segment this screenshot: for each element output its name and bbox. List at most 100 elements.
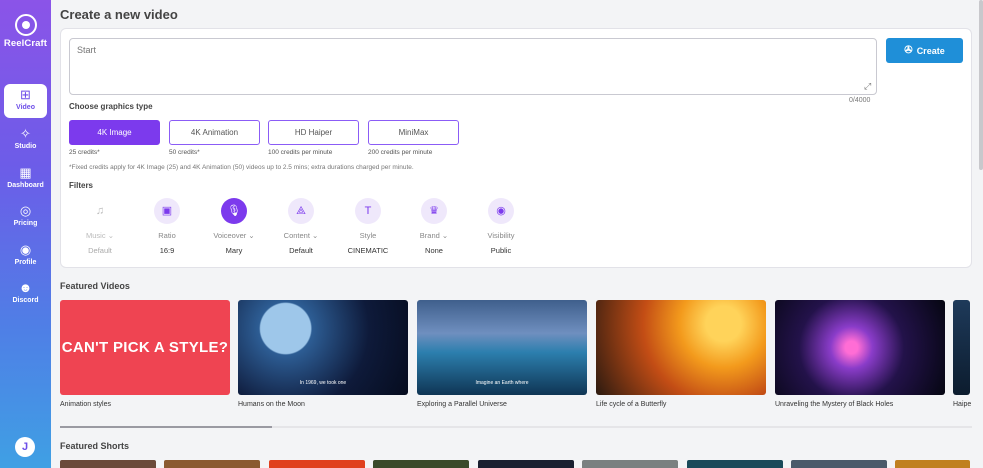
chevron-down-icon: ⌄ — [248, 231, 255, 240]
sidebar-item-dashboard[interactable]: ▦ Dashboard — [4, 162, 47, 196]
app-name: ReelCraft — [3, 38, 48, 49]
short-card[interactable] — [373, 460, 469, 468]
video-card-black-holes[interactable] — [775, 300, 945, 395]
create-button-label: Create — [916, 45, 945, 56]
featured-videos-title: Featured Videos — [60, 281, 130, 291]
credits-note: *Fixed credits apply for 4K Image (25) a… — [69, 164, 414, 171]
credits-text: 25 credits* — [69, 149, 100, 156]
filter-value: Public — [490, 246, 512, 255]
thumbnail-text: CAN'T PICK A STYLE? — [61, 339, 229, 356]
filter-name: Music — [86, 231, 106, 240]
sidebar-item-video[interactable]: ⊞ Video — [4, 84, 47, 118]
graphics-option-hd-haiper[interactable]: HD Haiper — [268, 120, 359, 145]
filter-voiceover[interactable]: 🎙 Voiceover ⌄ Mary — [203, 198, 265, 255]
filter-value: Mary — [225, 246, 243, 255]
chevron-down-icon: ⌄ — [441, 231, 449, 240]
sidebar-item-studio[interactable]: ✧ Studio — [4, 123, 47, 157]
sidebar-item-label: Video — [16, 104, 35, 111]
graphics-option-4k-image[interactable]: 4K Image — [69, 120, 160, 145]
horizontal-scrollbar-thumb[interactable] — [60, 426, 272, 428]
credits-text: 100 credits per minute — [268, 149, 333, 156]
app-logo[interactable]: ReelCraft — [0, 14, 51, 49]
video-caption[interactable]: Unraveling the Mystery of Black Holes — [775, 401, 893, 408]
create-button[interactable]: ✇ Create — [886, 38, 963, 63]
text-style-icon: T — [355, 198, 381, 224]
filters-label: Filters — [69, 181, 94, 190]
sidebar-item-pricing[interactable]: ◎ Pricing — [4, 200, 47, 234]
filter-value: Default — [289, 246, 313, 255]
filter-name: Voiceover — [213, 231, 247, 240]
sidebar-item-label: Pricing — [13, 220, 38, 227]
short-card[interactable] — [895, 460, 970, 468]
short-card[interactable] — [582, 460, 678, 468]
ratio-frame-icon: ▣ — [154, 198, 180, 224]
video-caption[interactable]: Haipe — [953, 401, 971, 408]
sidebar-item-discord[interactable]: ☻ Discord — [4, 277, 47, 311]
video-card-parallel-universe[interactable]: Imagine an Earth where — [417, 300, 587, 395]
dollar-circle-icon: ◎ — [19, 203, 32, 218]
film-reel-icon: ✇ — [904, 45, 913, 56]
graphics-type-label: Choose graphics type — [69, 102, 153, 111]
eye-icon: ◉ — [488, 198, 514, 224]
filter-value: CINEMATIC — [347, 246, 389, 255]
film-reel-icon — [14, 14, 37, 36]
vertical-scrollbar[interactable] — [979, 0, 983, 170]
filter-name: Visibility — [487, 231, 515, 240]
short-card[interactable] — [164, 460, 260, 468]
microphone-icon: 🎙 — [221, 198, 247, 224]
sidebar-item-label: Dashboard — [7, 182, 44, 189]
credits-text: 200 credits per minute — [368, 149, 433, 156]
sidebar-item-label: Profile — [14, 259, 37, 266]
video-caption[interactable]: Humans on the Moon — [238, 401, 305, 408]
filter-ratio[interactable]: ▣ Ratio 16:9 — [136, 198, 198, 255]
avatar[interactable]: J — [15, 437, 35, 457]
brand-icon: ♛ — [421, 198, 447, 224]
thumbnail-caption: Imagine an Earth where — [475, 380, 529, 386]
filter-value: None — [425, 246, 443, 255]
graphics-option-minimax[interactable]: MiniMax — [368, 120, 459, 145]
video-card-humans-on-moon[interactable]: In 1969, we took one — [238, 300, 408, 395]
page-title: Create a new video — [60, 7, 178, 22]
magic-wand-icon: ✧ — [20, 126, 31, 141]
grid-icon: ▦ — [19, 165, 32, 180]
video-card-haiper[interactable] — [953, 300, 970, 395]
prompt-input[interactable] — [69, 38, 877, 95]
featured-shorts-title: Featured Shorts — [60, 441, 130, 451]
filter-value: Default — [88, 246, 112, 255]
filter-name: Content — [283, 231, 310, 240]
chevron-down-icon: ⌄ — [107, 231, 114, 240]
chevron-down-icon: ⌄ — [312, 231, 319, 240]
sidebar: ReelCraft ⊞ Video ✧ Studio ▦ Dashboard ◎… — [0, 0, 51, 468]
filter-name: Style — [359, 231, 377, 240]
video-card-animation-styles[interactable]: CAN'T PICK A STYLE? — [60, 300, 230, 395]
thumbnail-caption: In 1969, we took one — [299, 380, 347, 386]
character-counter: 0/4000 — [849, 97, 871, 104]
filter-content[interactable]: ⟁ Content ⌄ Default — [270, 198, 332, 255]
short-card[interactable] — [791, 460, 887, 468]
short-card[interactable] — [60, 460, 156, 468]
shapes-icon: ⟁ — [288, 198, 314, 224]
video-caption[interactable]: Life cycle of a Butterfly — [596, 401, 666, 408]
video-caption[interactable]: Animation styles — [60, 401, 111, 408]
filter-name: Ratio — [158, 231, 176, 240]
filter-name: Brand — [419, 231, 440, 240]
discord-icon: ☻ — [18, 280, 33, 295]
sidebar-item-label: Studio — [14, 143, 37, 150]
filter-visibility[interactable]: ◉ Visibility Public — [470, 198, 532, 255]
filter-value: 16:9 — [159, 246, 175, 255]
filter-style[interactable]: T Style CINEMATIC — [337, 198, 399, 255]
short-card[interactable] — [269, 460, 365, 468]
video-caption[interactable]: Exploring a Parallel Universe — [417, 401, 507, 408]
music-note-icon: ♫ — [95, 205, 105, 217]
short-card[interactable] — [478, 460, 574, 468]
graphics-option-4k-animation[interactable]: 4K Animation — [169, 120, 260, 145]
filter-brand[interactable]: ♛ Brand ⌄ None — [403, 198, 465, 255]
video-card-butterfly[interactable] — [596, 300, 766, 395]
user-circle-icon: ◉ — [19, 242, 32, 257]
sidebar-item-profile[interactable]: ◉ Profile — [4, 239, 47, 273]
filter-music[interactable]: ♫ Music ⌄ Default — [69, 198, 131, 255]
expand-icon[interactable]: ⤢ — [864, 81, 871, 92]
sidebar-item-label: Discord — [12, 297, 39, 304]
plus-square-icon: ⊞ — [20, 87, 31, 102]
short-card[interactable] — [687, 460, 783, 468]
